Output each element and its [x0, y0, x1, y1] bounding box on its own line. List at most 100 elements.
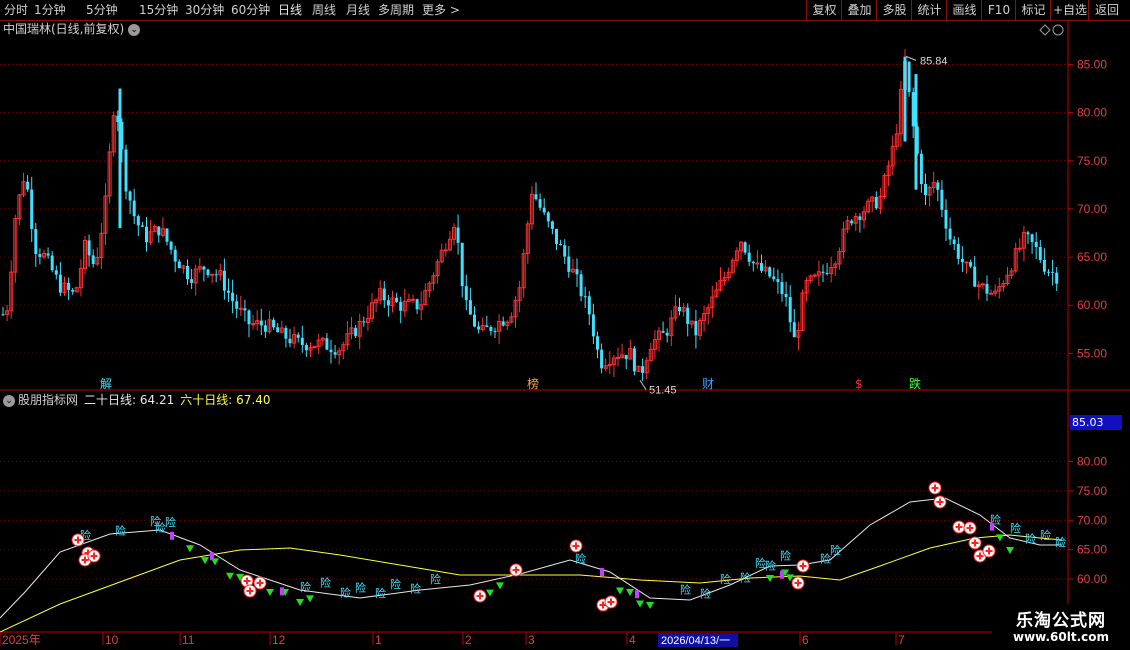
candle-body-down — [825, 272, 829, 274]
risk-marker: 险 — [320, 576, 331, 590]
candle-body-down — [124, 149, 128, 192]
x-tick-label: 2025年 — [2, 633, 41, 647]
candle-body-down — [243, 308, 247, 311]
candle-body-down — [821, 271, 825, 273]
down-arrow-icon — [496, 582, 504, 590]
candle-body-up — [812, 274, 817, 277]
down-arrow-icon — [186, 545, 194, 553]
candle-body-down — [1051, 271, 1055, 273]
candle-body-down — [354, 327, 358, 337]
candle-body-down — [1038, 246, 1042, 260]
candle-body-down — [304, 345, 308, 351]
x-tick-label: 11 — [182, 633, 195, 647]
candle-body-down — [772, 276, 776, 280]
event-mark: $ — [855, 377, 863, 391]
event-mark: 跌 — [909, 376, 921, 391]
candle-body-down — [924, 184, 927, 196]
candle-body-down — [259, 320, 263, 326]
event-mark: 解 — [100, 377, 112, 391]
candle-body-down — [600, 349, 604, 369]
candle-body-down — [58, 274, 62, 293]
candle-body-down — [296, 334, 300, 338]
candle-body-down — [780, 282, 784, 294]
kline-chart[interactable]: 85.00 80.00 75.00 70.00 65.00 60.00 55.00 80.00… — [0, 0, 1130, 650]
candle-body-down — [678, 306, 681, 312]
down-arrow-icon — [636, 600, 644, 608]
low-leader — [639, 380, 647, 390]
price-tag: 85.03 — [1070, 415, 1122, 430]
candle-body-down — [132, 200, 136, 217]
candle-body-up — [238, 307, 243, 310]
candle-body-down — [206, 269, 210, 276]
purple-marker — [635, 590, 639, 599]
risk-marker: 险 — [390, 577, 401, 591]
y-tick-label: 65.00 — [1077, 543, 1107, 557]
candle-body-down — [71, 289, 75, 292]
candle-body-down — [300, 337, 304, 346]
high-price-label: 85.84 — [920, 55, 948, 67]
risk-marker: 险 — [115, 524, 126, 538]
candle-body-down — [1034, 241, 1038, 247]
down-arrow-icon — [296, 599, 304, 606]
down-arrow-icon — [266, 589, 274, 596]
candle-body-up — [210, 273, 215, 276]
high-leader — [905, 55, 917, 61]
x-tick-label: 7 — [898, 633, 905, 647]
risk-marker: 险 — [1055, 535, 1066, 549]
candle-body-up — [964, 261, 969, 264]
event-mark: 榜 — [527, 376, 539, 391]
purple-marker — [210, 552, 214, 561]
risk-marker: 险 — [780, 549, 791, 563]
candle-body-down — [501, 321, 505, 326]
y-tick-label: 80.00 — [1077, 455, 1107, 469]
risk-marker: 险 — [830, 543, 841, 557]
candle-body-down — [641, 366, 645, 373]
candle-body-down — [969, 261, 973, 267]
candle-body-down — [768, 267, 772, 277]
candle-body-down — [464, 286, 468, 301]
candle-body-down — [473, 314, 476, 327]
x-tick-label: 2 — [465, 633, 472, 647]
y-tick-label: 70.00 — [1077, 202, 1107, 216]
candle-body-down — [50, 255, 54, 271]
candle-body-down — [222, 270, 226, 291]
purple-marker — [780, 570, 784, 579]
diamond-icon — [1039, 24, 1051, 36]
candle-body-down — [952, 239, 956, 245]
candle-body-down — [177, 261, 181, 269]
candle-body-down — [46, 253, 50, 256]
candle-body-down — [542, 207, 546, 213]
purple-marker — [280, 587, 284, 596]
candle-body-down — [202, 266, 206, 270]
risk-marker: 险 — [355, 580, 366, 594]
candle-body-down — [583, 296, 587, 298]
candle-spike — [914, 74, 918, 190]
candle-body-down — [694, 321, 698, 336]
candle-body-up — [411, 298, 415, 301]
candle-body-down — [468, 300, 472, 315]
candle-body-down — [1030, 234, 1034, 242]
down-arrow-icon — [626, 589, 634, 596]
circle-icon — [1052, 24, 1064, 36]
candle-body-down — [169, 241, 173, 250]
risk-marker: 险 — [680, 583, 691, 597]
candle-body-up — [755, 262, 760, 265]
candle-body-down — [1042, 259, 1046, 272]
ma60-line — [0, 534, 1063, 633]
risk-marker: 险 — [375, 586, 386, 600]
candle-body-down — [792, 322, 796, 338]
candle-body-down — [485, 325, 489, 327]
down-arrow-icon — [306, 595, 314, 603]
y-tick-label: 60.00 — [1077, 298, 1107, 312]
candle-body-down — [985, 283, 989, 294]
candle-body-down — [386, 300, 390, 306]
purple-marker — [990, 522, 994, 531]
candle-body-down — [858, 216, 862, 220]
down-arrow-icon — [646, 602, 654, 609]
candle-body-up — [616, 356, 620, 359]
candle-body-down — [67, 282, 71, 290]
candle-body-down — [231, 292, 235, 302]
candle-body-down — [575, 269, 579, 275]
down-arrow-icon — [616, 587, 624, 595]
down-arrow-icon — [1006, 547, 1014, 554]
